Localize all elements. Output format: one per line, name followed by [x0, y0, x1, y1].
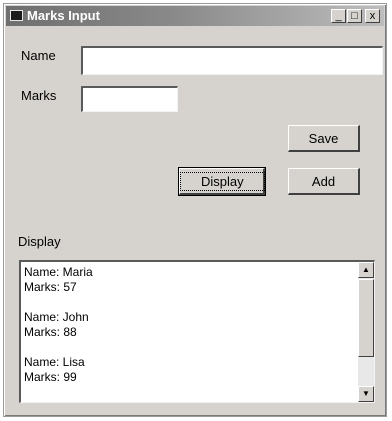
- name-input[interactable]: [83, 48, 382, 74]
- scroll-up-icon[interactable]: ▲: [358, 262, 374, 278]
- list-item[interactable]: Name: Lisa Marks: 99: [24, 355, 356, 385]
- add-button[interactable]: Add: [288, 168, 360, 195]
- display-label: Display: [18, 234, 61, 249]
- scroll-down-icon[interactable]: ▼: [358, 386, 374, 402]
- marks-input-window: Marks Input _ □ x Name Marks Save Displa…: [3, 3, 387, 417]
- display-button-label: Display: [180, 171, 265, 191]
- list-item[interactable]: Name: John Marks: 88: [24, 310, 356, 340]
- list-item[interactable]: Name: Michael: [24, 400, 356, 402]
- marks-field[interactable]: [81, 86, 178, 112]
- entry-marks: Marks: 88: [24, 325, 77, 339]
- entry-name: Name: Michael: [24, 400, 356, 402]
- display-list: Name: Maria Marks: 57 Name: John Marks: 88 N…: [24, 265, 356, 402]
- entry-name: Name: Maria: [24, 265, 93, 279]
- window-title: Marks Input: [27, 8, 100, 23]
- maximize-button[interactable]: □: [347, 9, 362, 23]
- display-listbox[interactable]: Name: Maria Marks: 57 Name: John Marks: 88 N…: [19, 260, 375, 403]
- title-bar[interactable]: Marks Input _ □ x: [6, 6, 384, 26]
- entry-name: Name: Lisa: [24, 355, 85, 369]
- name-label: Name: [21, 48, 56, 63]
- save-button[interactable]: Save: [288, 125, 360, 152]
- display-button[interactable]: Display: [178, 167, 266, 196]
- minimize-button[interactable]: _: [331, 9, 346, 23]
- entry-marks: Marks: 99: [24, 370, 77, 384]
- app-icon[interactable]: [10, 10, 23, 21]
- marks-input[interactable]: [83, 88, 177, 111]
- name-field[interactable]: [81, 46, 383, 75]
- vertical-scrollbar[interactable]: ▲ ▼: [358, 262, 374, 402]
- entry-name: Name: John: [24, 310, 89, 324]
- entry-marks: Marks: 57: [24, 280, 77, 294]
- close-button[interactable]: x: [365, 9, 380, 23]
- scroll-thumb[interactable]: [358, 279, 374, 357]
- marks-label: Marks: [21, 88, 57, 103]
- list-item[interactable]: Name: Maria Marks: 57: [24, 265, 356, 295]
